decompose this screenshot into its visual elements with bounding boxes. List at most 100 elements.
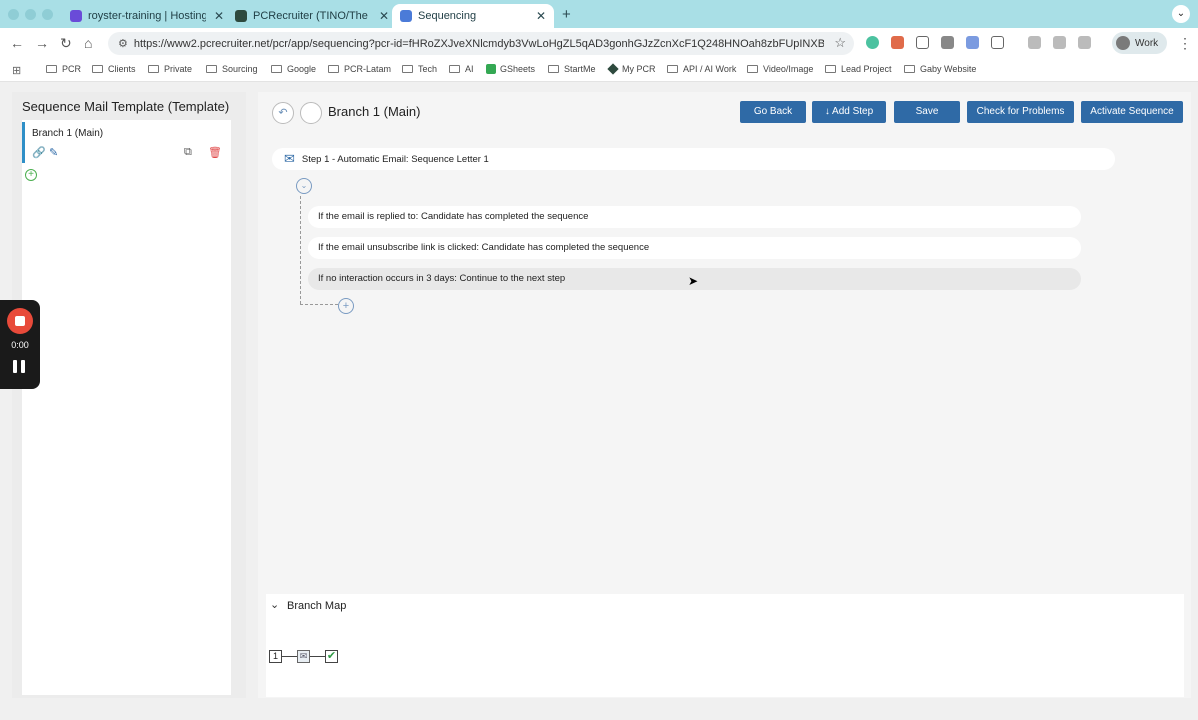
sheets-icon: [486, 64, 496, 74]
folder-icon: [271, 65, 282, 73]
extension-icon[interactable]: [966, 36, 979, 49]
puzzle-icon[interactable]: [991, 36, 1004, 49]
tab-hostinger[interactable]: royster-training | Hostinger W ✕: [62, 4, 232, 28]
tree-connector: [300, 304, 338, 305]
extension-icon[interactable]: [866, 36, 879, 49]
add-branch-icon[interactable]: +: [25, 169, 37, 181]
condition-replied[interactable]: If the email is replied to: Candidate ha…: [308, 206, 1081, 228]
mouse-cursor-icon: ➤: [688, 274, 699, 288]
folder-icon: [904, 65, 915, 73]
check-for-problems-button[interactable]: Check for Problems: [967, 101, 1074, 123]
condition-unsubscribed[interactable]: If the email unsubscribe link is clicked…: [308, 237, 1081, 259]
map-start-node[interactable]: 1: [269, 650, 282, 663]
branch-map-title[interactable]: Branch Map: [287, 600, 346, 612]
sidebar-item-branch-1[interactable]: Branch 1 (Main) 🔗 ✎ ⧉ 🗑: [22, 122, 231, 163]
bookmark-pcr-latam[interactable]: PCR-Latam: [328, 64, 391, 74]
avatar: [1116, 36, 1130, 50]
activate-sequence-button[interactable]: Activate Sequence: [1081, 101, 1183, 123]
stop-recording-button[interactable]: [7, 308, 33, 334]
bookmark-my-pcr[interactable]: My PCR: [607, 63, 656, 75]
bookmark-google[interactable]: Google: [271, 64, 316, 74]
bookmarks-bar: ⊞ PCR Clients Private Sourcing Google PC…: [0, 58, 1198, 82]
copy-icon[interactable]: ⧉: [184, 146, 192, 159]
browser-toolbar: ← → ↻ ⌂ ⚙ https://www2.pcrecruiter.net/p…: [0, 28, 1198, 58]
bookmark-clients[interactable]: Clients: [92, 64, 136, 74]
redo-icon[interactable]: [300, 102, 322, 124]
extension-icon[interactable]: [916, 36, 929, 49]
password-icon[interactable]: [1028, 36, 1041, 49]
back-icon[interactable]: ←: [10, 35, 24, 51]
tree-connector: [300, 196, 301, 304]
extension-icon[interactable]: [941, 36, 954, 49]
chevron-down-icon[interactable]: ⌄: [296, 178, 312, 194]
recording-timer: 0:00: [11, 340, 29, 350]
link-icon[interactable]: [1078, 36, 1091, 49]
apps-icon[interactable]: ⊞: [12, 64, 21, 77]
undo-icon[interactable]: ↶: [272, 102, 294, 124]
browser-menu-icon[interactable]: ⋮: [1178, 35, 1192, 52]
bookmark-video-image[interactable]: Video/Image: [747, 64, 813, 74]
tab-title: PCRecruiter (TINO/The Royste: [253, 10, 371, 22]
address-bar[interactable]: ⚙ https://www2.pcrecruiter.net/pcr/app/s…: [108, 32, 854, 55]
reload-icon[interactable]: ↻: [60, 35, 72, 52]
step-card[interactable]: ✉ Step 1 - Automatic Email: Sequence Let…: [272, 148, 1115, 170]
add-condition-icon[interactable]: +: [338, 298, 354, 314]
folder-icon: [825, 65, 836, 73]
chevron-down-icon[interactable]: ⌄: [270, 598, 279, 611]
close-icon[interactable]: ✕: [379, 9, 389, 23]
bookmark-gsheets[interactable]: GSheets: [486, 64, 535, 74]
folder-icon: [46, 65, 57, 73]
site-info-icon[interactable]: ⚙: [118, 37, 128, 50]
pcr-icon: [607, 63, 619, 75]
edit-icon[interactable]: ✎: [49, 146, 58, 159]
folder-icon: [92, 65, 103, 73]
folder-icon: [747, 65, 758, 73]
forward-icon[interactable]: →: [35, 35, 49, 51]
tab-sequencing[interactable]: Sequencing ✕: [392, 4, 554, 28]
bookmark-label: StartMe: [564, 64, 596, 74]
map-connector: [310, 656, 325, 657]
folder-icon: [148, 65, 159, 73]
url-text[interactable]: https://www2.pcrecruiter.net/pcr/app/seq…: [134, 38, 824, 50]
bookmark-pcr[interactable]: PCR: [46, 64, 81, 74]
branch-editor: ↶ Branch 1 (Main) Go Back ↓ Add Step Sav…: [258, 92, 1191, 698]
bookmark-sourcing[interactable]: Sourcing: [206, 64, 258, 74]
tab-search-icon[interactable]: ⌄: [1172, 5, 1190, 23]
folder-icon: [206, 65, 217, 73]
go-back-button[interactable]: Go Back: [740, 101, 806, 123]
bookmark-api-ai-work[interactable]: API / AI Work: [667, 64, 736, 74]
add-step-button[interactable]: ↓ Add Step: [812, 101, 886, 123]
folder-icon: [667, 65, 678, 73]
hostinger-icon: [70, 10, 82, 22]
branch-title: Branch 1 (Main): [328, 104, 421, 119]
pause-icon[interactable]: [13, 360, 27, 373]
window-controls[interactable]: [8, 9, 53, 20]
bookmark-ai[interactable]: AI: [449, 64, 474, 74]
map-email-node-icon[interactable]: ✉: [297, 650, 310, 663]
close-icon[interactable]: ✕: [536, 9, 546, 23]
bookmark-label: Google: [287, 64, 317, 74]
profile-button[interactable]: Work: [1112, 32, 1167, 54]
sequence-title: Sequence Mail Template (Template): [22, 99, 230, 114]
bookmark-startme[interactable]: StartMe: [548, 64, 596, 74]
folder-icon: [449, 65, 460, 73]
pcr-icon: [235, 10, 247, 22]
tab-pcrecruiter[interactable]: PCRecruiter (TINO/The Royste ✕: [227, 4, 397, 28]
map-complete-node-icon[interactable]: ✔: [325, 650, 338, 663]
bookmark-gaby-website[interactable]: Gaby Website: [904, 64, 976, 74]
bookmark-label: PCR: [62, 64, 82, 74]
bookmark-tech[interactable]: Tech: [402, 64, 437, 74]
bookmark-private[interactable]: Private: [148, 64, 192, 74]
link-icon[interactable]: 🔗: [32, 146, 46, 159]
folder-icon: [402, 65, 413, 73]
trash-icon[interactable]: [1053, 36, 1066, 49]
close-icon[interactable]: ✕: [214, 9, 224, 23]
extension-icon[interactable]: [891, 36, 904, 49]
bookmark-lead-project[interactable]: Lead Project: [825, 64, 892, 74]
branch-map-panel: ⌄ Branch Map 1 ✉ ✔: [266, 594, 1184, 697]
new-tab-button[interactable]: +: [562, 6, 571, 23]
home-icon[interactable]: ⌂: [84, 35, 92, 51]
bookmark-star-icon[interactable]: ☆: [834, 35, 846, 51]
save-button[interactable]: Save: [894, 101, 960, 123]
delete-icon[interactable]: 🗑: [208, 146, 222, 159]
